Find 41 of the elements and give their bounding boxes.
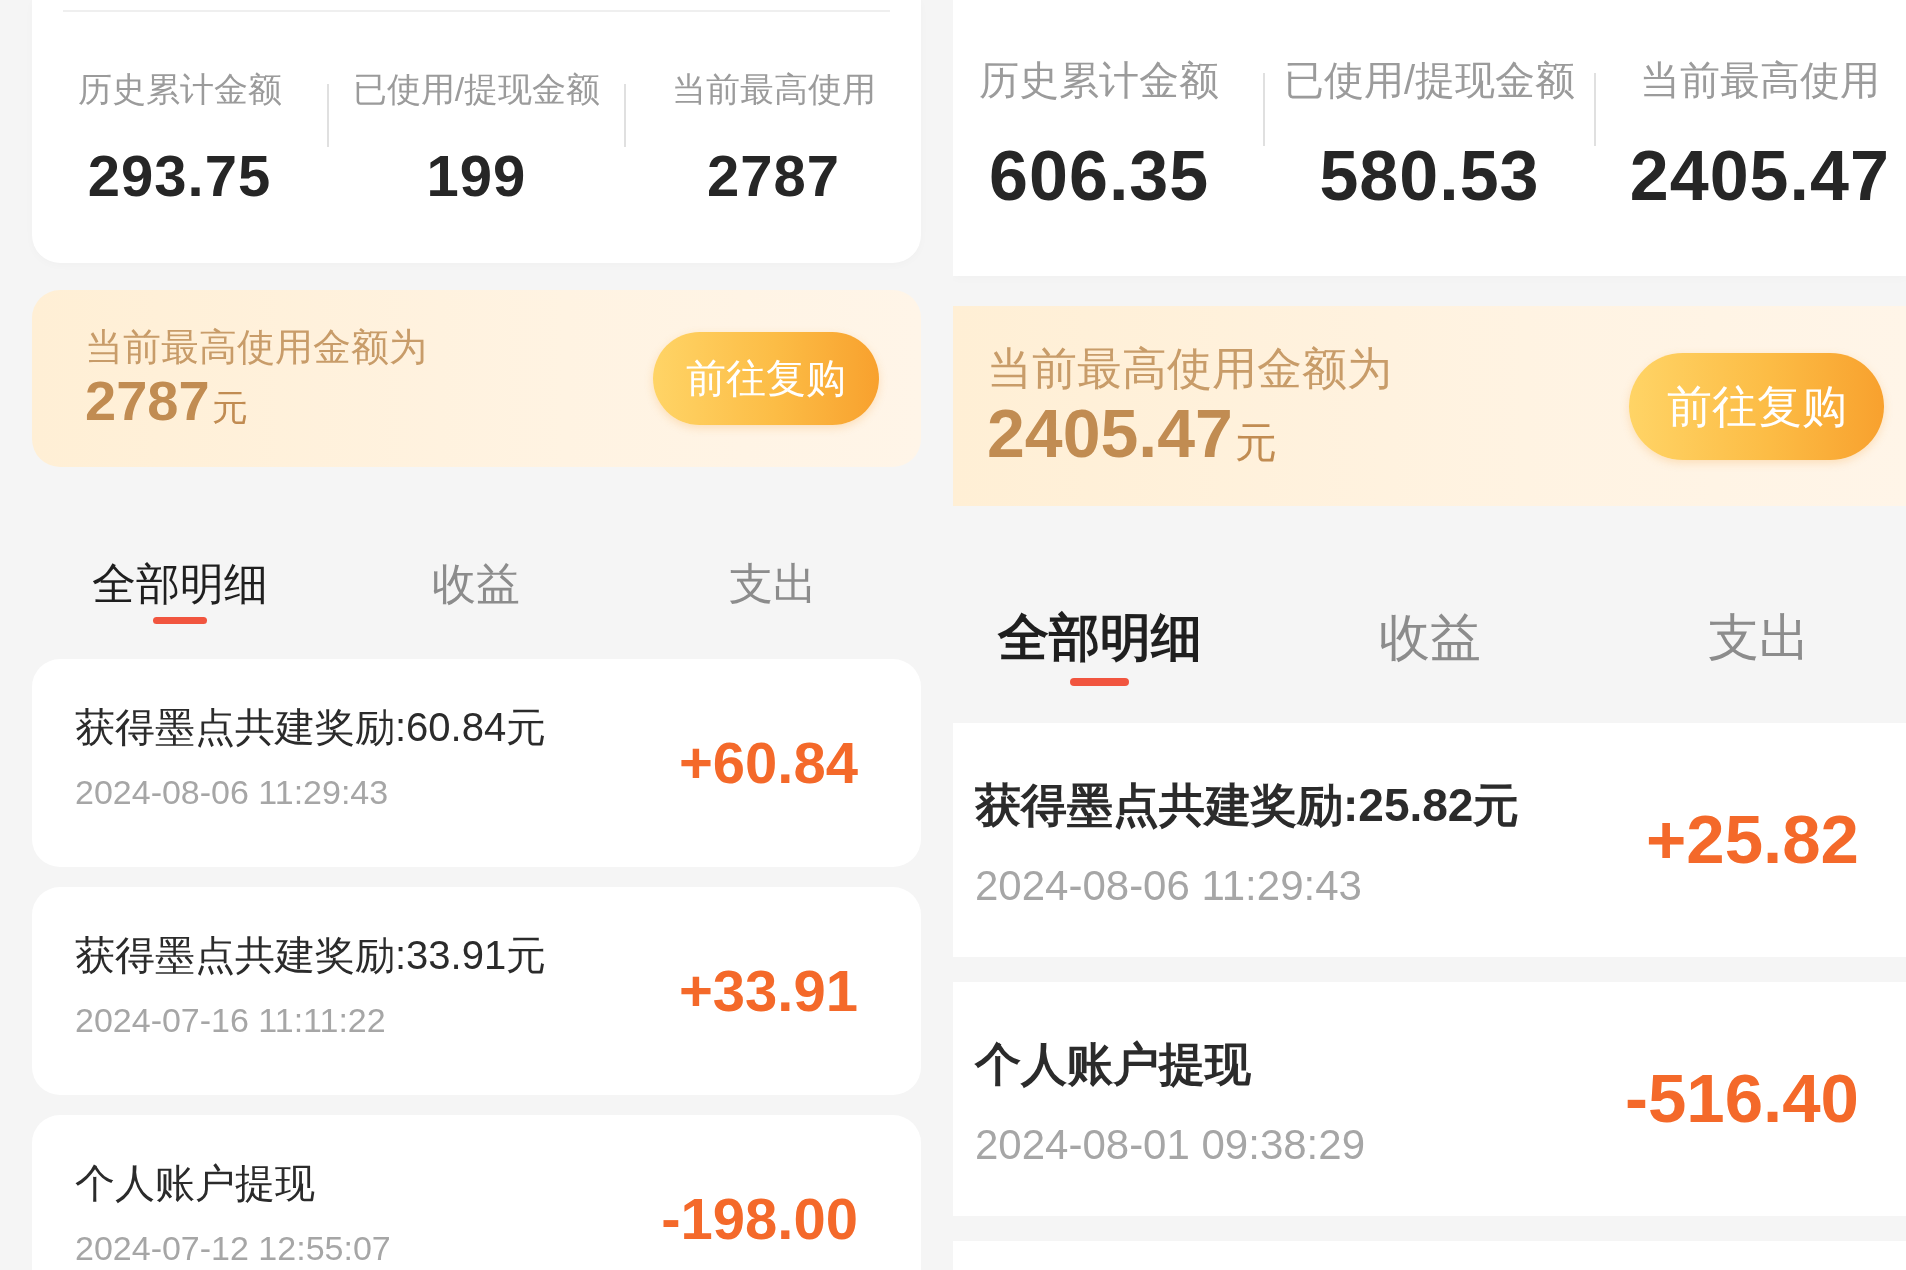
- stat-value: 2787: [707, 143, 840, 208]
- tab[interactable]: 收益: [1378, 607, 1481, 669]
- transaction-time: 2024-08-06 11:29:43: [975, 865, 1362, 907]
- stat-value: 199: [426, 143, 527, 208]
- transaction-title: 获得墨点共建奖励:25.82元: [975, 782, 1520, 828]
- tab[interactable]: 全部明细: [997, 607, 1202, 669]
- tab[interactable]: 支出: [1708, 607, 1811, 669]
- transaction-amount: +60.84: [679, 730, 858, 795]
- tab[interactable]: 全部明细: [92, 557, 269, 611]
- stat-value: 293.75: [87, 143, 272, 208]
- stat-value: 580.53: [1319, 138, 1540, 215]
- transaction-time: 2024-07-12 12:55:07: [75, 1230, 391, 1265]
- stat-value: 606.35: [989, 138, 1210, 215]
- tab-underline: [153, 617, 208, 625]
- transaction-time: 2024-08-01 09:38:29: [975, 1124, 1365, 1166]
- max-amount: 2787元: [85, 370, 249, 432]
- transaction-title: 个人账户提现: [975, 1041, 1251, 1087]
- transaction-time: 2024-08-06 11:29:43: [75, 774, 389, 809]
- banner-text: 当前最高使用金额为: [987, 341, 1392, 396]
- stat-label: 历史累计金额: [77, 69, 282, 110]
- stat-label: 已使用/提现金额: [352, 69, 601, 110]
- stat-label: 当前最高使用: [1639, 57, 1880, 104]
- transaction-time: 2024-07-16 11:11:22: [75, 1002, 386, 1037]
- transaction-amount: +33.91: [679, 958, 858, 1023]
- repurchase-button[interactable]: 前往复购: [653, 331, 879, 425]
- max-amount: 2405.47元: [987, 395, 1278, 471]
- tab-underline: [1070, 678, 1130, 686]
- stat-label: 历史累计金额: [979, 57, 1220, 104]
- transaction-amount: -198.00: [661, 1186, 858, 1251]
- transaction-title: 获得墨点共建奖励:60.84元: [75, 706, 547, 747]
- transaction-title: 个人账户提现: [75, 1162, 315, 1203]
- tab[interactable]: 收益: [432, 557, 521, 611]
- transaction-title: 获得墨点共建奖励:33.91元: [75, 934, 547, 975]
- transaction-amount: +25.82: [1646, 802, 1859, 878]
- repurchase-button[interactable]: 前往复购: [1629, 352, 1884, 460]
- stat-label: 当前最高使用: [671, 69, 876, 110]
- stat-value: 2405.47: [1629, 138, 1890, 215]
- tab[interactable]: 支出: [728, 557, 817, 611]
- stat-label: 已使用/提现金额: [1283, 57, 1576, 104]
- transaction-amount: -516.40: [1624, 1061, 1859, 1137]
- banner-text: 当前最高使用金额为: [85, 324, 427, 370]
